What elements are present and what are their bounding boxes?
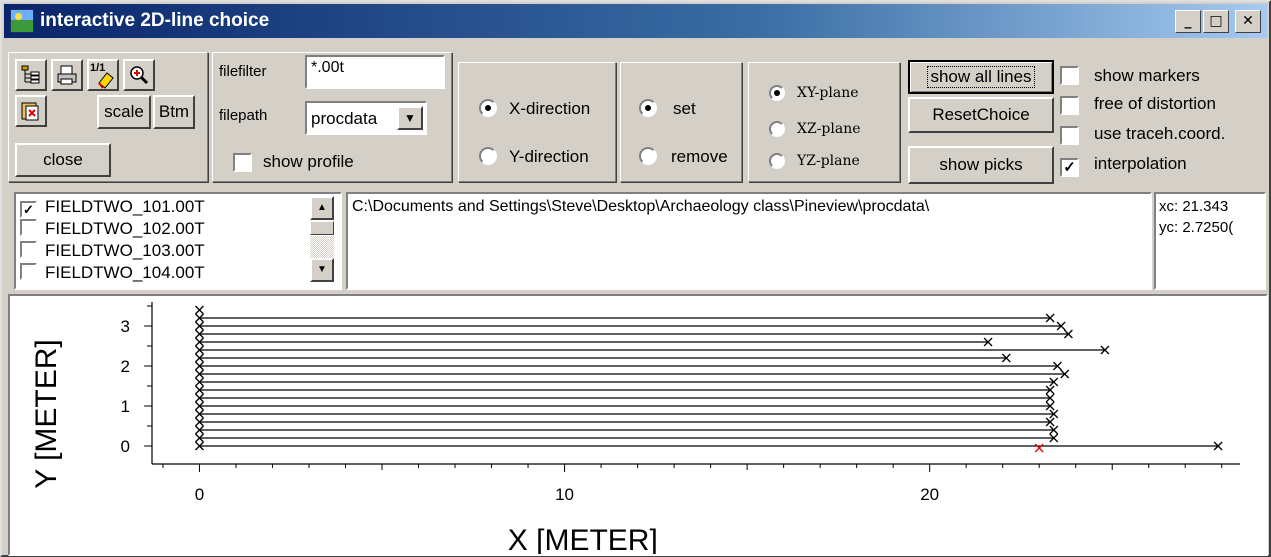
- show-profile-label: show profile: [263, 152, 354, 171]
- free-of-distortion-label: free of distortion: [1094, 94, 1216, 113]
- ratio-eraser-icon[interactable]: 1/1: [87, 59, 119, 91]
- line-chart[interactable]: 0 10 20 0 1 2 3 X [METER] Y [METER]: [10, 296, 1266, 554]
- y-tick-label: 0: [121, 437, 130, 456]
- toolbar-panel: 1/1 scale Btm close: [8, 52, 208, 182]
- scale-button[interactable]: scale: [97, 95, 151, 129]
- zoom-icon[interactable]: [123, 59, 155, 91]
- xz-plane-label: XZ-plane: [797, 121, 861, 137]
- pick-marker: [1034, 443, 1044, 453]
- file-checkbox[interactable]: ✓: [20, 201, 37, 218]
- free-of-distortion-checkbox[interactable]: [1060, 96, 1079, 115]
- x-direction-radio[interactable]: [479, 99, 497, 117]
- file-checkbox[interactable]: [20, 219, 37, 236]
- set-label: set: [673, 99, 696, 118]
- app-icon: [10, 9, 34, 33]
- window-title: interactive 2D-line choice: [40, 10, 270, 31]
- filefilter-label: filefilter: [219, 63, 267, 80]
- minimize-button[interactable]: _: [1175, 10, 1201, 33]
- yz-plane-radio[interactable]: [769, 153, 785, 169]
- plane-panel: XY-plane XZ-plane YZ-plane: [748, 62, 900, 182]
- set-radio[interactable]: [639, 99, 657, 117]
- maximize-button[interactable]: □: [1203, 10, 1229, 33]
- scroll-thumb[interactable]: [310, 221, 334, 235]
- show-profile-checkbox[interactable]: [233, 153, 252, 172]
- y-direction-radio[interactable]: [479, 147, 497, 165]
- show-picks-button[interactable]: show picks: [908, 146, 1054, 184]
- xy-plane-radio[interactable]: [769, 85, 785, 101]
- interpolation-checkbox[interactable]: ✓: [1060, 158, 1079, 177]
- line-start-marker-17: [195, 305, 204, 315]
- remove-label: remove: [671, 147, 728, 166]
- use-traceh-coord-checkbox[interactable]: [1060, 126, 1079, 145]
- direction-panel: X-direction Y-direction: [458, 62, 616, 182]
- filepath-label: filepath: [219, 107, 268, 124]
- list-item[interactable]: ✓ FIELDTWO_101.00T: [20, 197, 205, 218]
- path-display: C:\Documents and Settings\Steve\Desktop\…: [346, 192, 1152, 290]
- close-button[interactable]: close: [15, 143, 111, 177]
- x-tick-label: 20: [920, 485, 939, 504]
- file-list[interactable]: ✓ FIELDTWO_101.00T FIELDTWO_102.00T FIELD…: [14, 192, 342, 290]
- paste-document-icon[interactable]: [15, 95, 47, 127]
- tree-icon[interactable]: [15, 59, 47, 91]
- main-window: interactive 2D-line choice _ □ ✕ 1/1 sca…: [0, 0, 1271, 557]
- y-direction-label: Y-direction: [509, 147, 589, 166]
- plot-area[interactable]: 0 10 20 0 1 2 3 X [METER] Y [METER]: [8, 294, 1268, 556]
- xy-plane-label: XY-plane: [797, 85, 859, 101]
- yc-readout: yc: 2.7250(: [1159, 219, 1234, 236]
- file-checkbox[interactable]: [20, 263, 37, 280]
- y-tick-label: 3: [121, 317, 130, 336]
- y-tick-label: 1: [121, 397, 130, 416]
- remove-radio[interactable]: [639, 147, 657, 165]
- reset-choice-button[interactable]: ResetChoice: [908, 97, 1054, 133]
- show-markers-label: show markers: [1094, 66, 1200, 85]
- file-panel: filefilter *.00t filepath procdata ▼ sho…: [212, 52, 452, 182]
- filefilter-input[interactable]: *.00t: [305, 55, 445, 89]
- x-tick-label: 10: [555, 485, 574, 504]
- interpolation-label: interpolation: [1094, 154, 1187, 173]
- btm-button[interactable]: Btm: [153, 95, 195, 129]
- xc-readout: xc: 21.343: [1159, 198, 1229, 215]
- y-axis-label: Y [METER]: [30, 339, 63, 488]
- yz-plane-label: YZ-plane: [797, 153, 860, 169]
- x-axis-label: X [METER]: [508, 524, 658, 554]
- show-markers-checkbox[interactable]: [1060, 66, 1079, 85]
- x-tick-label: 0: [195, 485, 204, 504]
- xz-plane-radio[interactable]: [769, 121, 785, 137]
- use-traceh-coord-label: use traceh.coord.: [1094, 124, 1226, 143]
- file-list-scrollbar[interactable]: ▲ ▼: [304, 194, 340, 288]
- list-item[interactable]: FIELDTWO_102.00T: [20, 219, 205, 240]
- close-window-button[interactable]: ✕: [1235, 10, 1261, 33]
- file-checkbox[interactable]: [20, 241, 37, 258]
- x-direction-label: X-direction: [509, 99, 591, 118]
- path-text: C:\Documents and Settings\Steve\Desktop\…: [352, 198, 930, 215]
- title-bar[interactable]: interactive 2D-line choice _ □ ✕: [4, 4, 1267, 38]
- list-item[interactable]: FIELDTWO_104.00T: [20, 263, 205, 284]
- mode-panel: set remove: [620, 62, 742, 182]
- filepath-select[interactable]: procdata ▼: [305, 101, 427, 135]
- scroll-up-icon[interactable]: ▲: [310, 196, 334, 220]
- scroll-down-icon[interactable]: ▼: [310, 258, 334, 282]
- printer-icon[interactable]: [51, 59, 83, 91]
- chevron-down-icon[interactable]: ▼: [397, 106, 423, 130]
- coords-display: xc: 21.343 yc: 2.7250(: [1154, 192, 1266, 290]
- y-tick-label: 2: [121, 357, 130, 376]
- show-all-lines-button[interactable]: show all lines: [908, 60, 1054, 94]
- scroll-track[interactable]: [310, 236, 334, 258]
- list-item[interactable]: FIELDTWO_103.00T: [20, 241, 205, 262]
